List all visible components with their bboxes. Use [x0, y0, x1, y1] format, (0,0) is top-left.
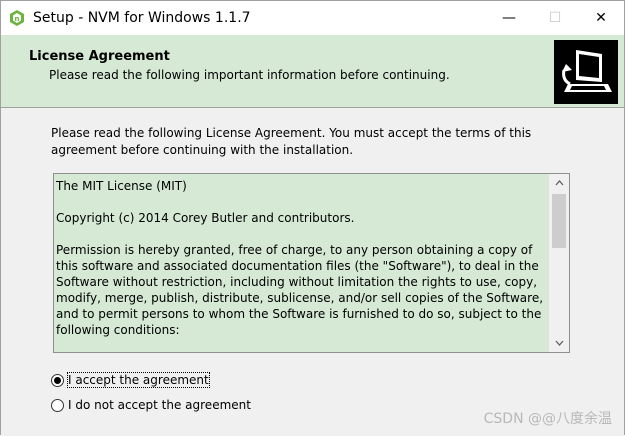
setup-window: n Setup - NVM for Windows 1.1.7 — ☐ ✕ Li… — [0, 0, 625, 436]
accept-option[interactable]: I accept the agreement — [51, 372, 210, 388]
scroll-up-icon[interactable] — [549, 174, 569, 192]
vertical-scrollbar[interactable] — [549, 174, 569, 352]
window-controls: — ☐ ✕ — [486, 1, 624, 35]
minimize-button[interactable]: — — [486, 1, 532, 35]
license-paragraph: Permission is hereby granted, free of ch… — [56, 243, 544, 337]
maximize-button[interactable]: ☐ — [532, 1, 578, 35]
setup-computer-icon — [554, 40, 618, 104]
wizard-header: License Agreement Please read the follow… — [1, 35, 624, 108]
window-title: Setup - NVM for Windows 1.1.7 — [33, 10, 251, 26]
accept-radio[interactable] — [51, 373, 64, 387]
license-line: The MIT License (MIT) — [56, 179, 187, 193]
watermark: CSDN @@八度余温 — [483, 411, 612, 427]
license-line: Copyright (c) 2014 Corey Butler and cont… — [56, 211, 355, 225]
page-subtitle: Please read the following important info… — [49, 68, 450, 82]
svg-text:n: n — [15, 15, 20, 23]
close-button[interactable]: ✕ — [578, 1, 624, 35]
accept-label[interactable]: I accept the agreement — [67, 372, 210, 388]
scrollbar-thumb[interactable] — [552, 194, 566, 248]
title-bar: n Setup - NVM for Windows 1.1.7 — ☐ ✕ — [1, 1, 624, 35]
scroll-down-icon[interactable] — [549, 334, 569, 352]
page-title: License Agreement — [29, 49, 170, 64]
decline-label[interactable]: I do not accept the agreement — [68, 398, 251, 412]
license-textbox[interactable]: The MIT License (MIT) Copyright (c) 2014… — [53, 173, 570, 353]
license-text: The MIT License (MIT) Copyright (c) 2014… — [54, 174, 548, 352]
decline-option[interactable]: I do not accept the agreement — [51, 398, 251, 412]
decline-radio[interactable] — [51, 398, 64, 412]
intro-text: Please read the following License Agreem… — [51, 126, 532, 157]
nvm-app-icon: n — [10, 10, 24, 26]
wizard-content: Please read the following License Agreem… — [1, 108, 624, 436]
